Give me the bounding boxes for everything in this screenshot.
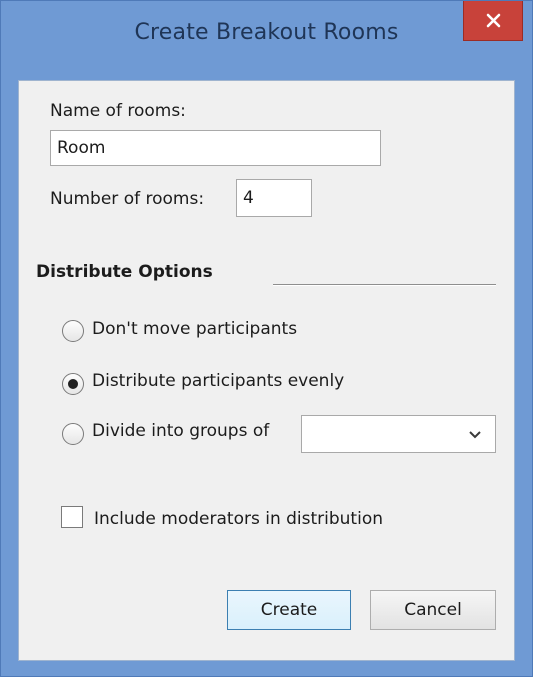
number-of-rooms-input[interactable] bbox=[236, 179, 312, 217]
include-moderators-checkbox[interactable] bbox=[61, 506, 83, 528]
title-bar[interactable]: Create Breakout Rooms bbox=[1, 1, 532, 79]
distribute-options-heading: Distribute Options bbox=[36, 262, 213, 282]
dialog-window: Create Breakout Rooms Name of rooms: Num… bbox=[0, 0, 533, 677]
include-moderators-label: Include moderators in distribution bbox=[94, 509, 383, 529]
section-divider bbox=[273, 284, 496, 286]
dont-move-participants-label: Don't move participants bbox=[92, 319, 298, 339]
name-of-rooms-label: Name of rooms: bbox=[50, 101, 186, 121]
number-of-rooms-label: Number of rooms: bbox=[50, 189, 205, 209]
distribute-evenly-radio[interactable] bbox=[62, 373, 84, 395]
radio-selected-dot bbox=[68, 379, 78, 389]
cancel-button[interactable]: Cancel bbox=[370, 590, 496, 630]
create-button[interactable]: Create bbox=[227, 590, 351, 630]
close-icon bbox=[486, 13, 501, 28]
name-of-rooms-input[interactable] bbox=[50, 130, 381, 166]
divide-into-groups-label: Divide into groups of bbox=[92, 421, 270, 441]
chevron-down-icon bbox=[469, 431, 481, 439]
dialog-title: Create Breakout Rooms bbox=[134, 20, 399, 45]
distribute-evenly-label: Distribute participants evenly bbox=[92, 371, 345, 391]
close-button[interactable] bbox=[463, 1, 523, 41]
divide-into-groups-radio[interactable] bbox=[62, 423, 84, 445]
dont-move-participants-radio[interactable] bbox=[62, 320, 84, 342]
groups-size-select[interactable] bbox=[301, 415, 496, 453]
